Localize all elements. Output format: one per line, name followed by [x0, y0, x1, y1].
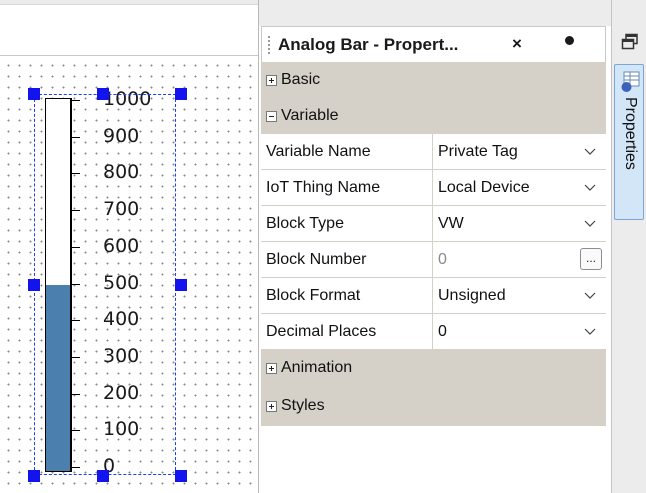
resize-handle-middle-right[interactable] — [175, 279, 187, 291]
restore-window-icon[interactable] — [621, 33, 639, 51]
resize-handle-bottom-right[interactable] — [175, 470, 187, 482]
property-row-block-format[interactable]: Block Format Unsigned — [261, 278, 606, 314]
expand-plus-icon[interactable] — [266, 74, 277, 86]
resize-handle-middle-left[interactable] — [28, 279, 40, 291]
property-row-block-type[interactable]: Block Type VW — [261, 206, 606, 242]
block-number-field[interactable]: 0 ... — [433, 242, 606, 278]
property-value: 0 — [438, 322, 447, 340]
chevron-down-icon[interactable] — [584, 145, 596, 157]
decimal-places-dropdown[interactable]: 0 — [433, 314, 606, 350]
properties-tab-label: Properties — [622, 97, 639, 170]
property-value: Private Tag — [438, 142, 518, 160]
properties-side-tab[interactable]: Properties — [614, 64, 644, 220]
pin-dot-icon[interactable] — [565, 36, 574, 45]
group-variable[interactable]: Variable — [261, 100, 606, 132]
resize-handle-top-right[interactable] — [175, 88, 187, 100]
property-row-variable-name[interactable]: Variable Name Private Tag — [261, 134, 606, 170]
canvas-top-border — [0, 0, 258, 5]
resize-handle-bottom-middle[interactable] — [97, 470, 109, 482]
resize-handle-bottom-left[interactable] — [28, 470, 40, 482]
selection-frame — [34, 94, 176, 475]
property-name: Block Type — [261, 206, 433, 242]
property-row-block-number[interactable]: Block Number 0 ... — [261, 242, 606, 278]
property-value: Local Device — [438, 178, 530, 196]
panel-header-strip — [259, 0, 612, 26]
group-styles[interactable]: Styles — [261, 390, 606, 422]
property-name: IoT Thing Name — [261, 170, 433, 206]
group-label: Variable — [281, 107, 339, 124]
expand-plus-icon[interactable] — [266, 362, 277, 374]
drag-grip-icon[interactable] — [268, 35, 276, 54]
right-dock-sidebar: Properties — [611, 0, 646, 493]
block-format-dropdown[interactable]: Unsigned — [433, 278, 606, 314]
property-value: VW — [438, 214, 464, 232]
resize-handle-top-middle[interactable] — [97, 88, 109, 100]
chevron-down-icon[interactable] — [584, 289, 596, 301]
panel-title: Analog Bar - Propert... — [278, 34, 459, 54]
close-icon[interactable]: × — [512, 34, 522, 54]
property-value: 0 — [438, 250, 447, 268]
property-description-area — [261, 426, 606, 493]
canvas-ruler-area — [0, 0, 258, 56]
properties-grid-icon — [621, 71, 640, 92]
design-canvas[interactable]: 1000 900 800 700 600 500 400 300 200 100 0 — [0, 0, 258, 493]
properties-panel: Analog Bar - Propert... × Basic Variable… — [258, 0, 612, 493]
resize-handle-top-left[interactable] — [28, 88, 40, 100]
chevron-down-icon[interactable] — [584, 181, 596, 193]
property-name: Decimal Places — [261, 314, 433, 350]
block-type-dropdown[interactable]: VW — [433, 206, 606, 242]
ellipsis-button[interactable]: ... — [580, 248, 602, 270]
group-label: Animation — [281, 359, 353, 376]
property-value: Unsigned — [438, 286, 506, 304]
iot-thing-name-dropdown[interactable]: Local Device — [433, 170, 606, 206]
property-grid: Basic Variable Variable Name Private Tag… — [261, 62, 606, 426]
group-animation[interactable]: Animation — [261, 352, 606, 384]
chevron-down-icon[interactable] — [584, 325, 596, 337]
chevron-down-icon[interactable] — [584, 217, 596, 229]
group-label: Basic — [281, 71, 321, 88]
property-name: Variable Name — [261, 134, 433, 170]
property-name: Block Format — [261, 278, 433, 314]
group-label: Styles — [281, 397, 325, 414]
properties-panel-tab[interactable]: Analog Bar - Propert... × — [261, 26, 606, 62]
collapse-minus-icon[interactable] — [266, 110, 277, 122]
property-row-decimal-places[interactable]: Decimal Places 0 — [261, 314, 606, 350]
group-basic[interactable]: Basic — [261, 64, 606, 96]
property-name: Block Number — [261, 242, 433, 278]
expand-plus-icon[interactable] — [266, 400, 277, 412]
variable-name-dropdown[interactable]: Private Tag — [433, 134, 606, 170]
property-row-iot-thing-name[interactable]: IoT Thing Name Local Device — [261, 170, 606, 206]
